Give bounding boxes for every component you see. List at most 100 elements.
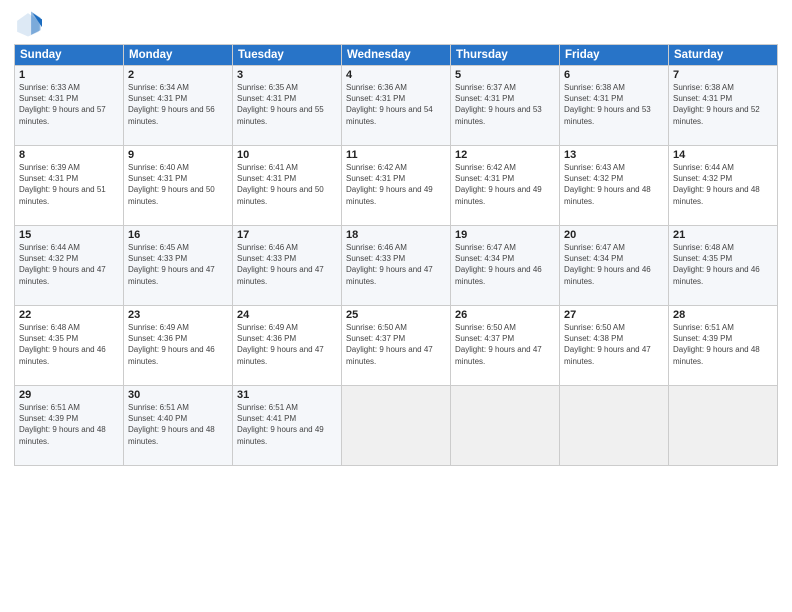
- calendar-table: SundayMondayTuesdayWednesdayThursdayFrid…: [14, 44, 778, 466]
- cell-details: Sunrise: 6:49 AMSunset: 4:36 PMDaylight:…: [237, 323, 324, 366]
- week-row-4: 22Sunrise: 6:48 AMSunset: 4:35 PMDayligh…: [15, 306, 778, 386]
- cell-details: Sunrise: 6:50 AMSunset: 4:37 PMDaylight:…: [346, 323, 433, 366]
- calendar-cell: 10Sunrise: 6:41 AMSunset: 4:31 PMDayligh…: [233, 146, 342, 226]
- day-number: 30: [128, 389, 228, 401]
- day-number: 3: [237, 69, 337, 81]
- week-row-1: 1 Sunrise: 6:33 AMSunset: 4:31 PMDaylight…: [15, 66, 778, 146]
- cell-details: Sunrise: 6:39 AMSunset: 4:31 PMDaylight:…: [19, 163, 106, 206]
- cell-details: Sunrise: 6:42 AMSunset: 4:31 PMDaylight:…: [346, 163, 433, 206]
- calendar-cell: [451, 386, 560, 466]
- cell-details: Sunrise: 6:51 AMSunset: 4:40 PMDaylight:…: [128, 403, 215, 446]
- calendar-cell: 26Sunrise: 6:50 AMSunset: 4:37 PMDayligh…: [451, 306, 560, 386]
- day-number: 23: [128, 309, 228, 321]
- cell-details: Sunrise: 6:42 AMSunset: 4:31 PMDaylight:…: [455, 163, 542, 206]
- calendar-cell: 31Sunrise: 6:51 AMSunset: 4:41 PMDayligh…: [233, 386, 342, 466]
- cell-details: Sunrise: 6:51 AMSunset: 4:39 PMDaylight:…: [673, 323, 760, 366]
- cell-details: Sunrise: 6:37 AMSunset: 4:31 PMDaylight:…: [455, 83, 542, 126]
- calendar-cell: 8 Sunrise: 6:39 AMSunset: 4:31 PMDaylight…: [15, 146, 124, 226]
- day-number: 17: [237, 229, 337, 241]
- calendar-cell: 27 Sunrise: 6:50 AMSunset: 4:38 PMDayligh…: [560, 306, 669, 386]
- calendar-cell: 13 Sunrise: 6:43 AMSunset: 4:32 PMDayligh…: [560, 146, 669, 226]
- calendar-cell: 20 Sunrise: 6:47 AMSunset: 4:34 PMDayligh…: [560, 226, 669, 306]
- cell-details: Sunrise: 6:50 AMSunset: 4:38 PMDaylight:…: [564, 323, 651, 366]
- day-number: 25: [346, 309, 446, 321]
- day-number: 1: [19, 69, 119, 81]
- day-number: 19: [455, 229, 555, 241]
- weekday-header-row: SundayMondayTuesdayWednesdayThursdayFrid…: [15, 45, 778, 66]
- calendar-cell: 1 Sunrise: 6:33 AMSunset: 4:31 PMDaylight…: [15, 66, 124, 146]
- page-header: [14, 10, 778, 38]
- day-number: 13: [564, 149, 664, 161]
- calendar-cell: 9 Sunrise: 6:40 AMSunset: 4:31 PMDaylight…: [124, 146, 233, 226]
- calendar-cell: 23 Sunrise: 6:49 AMSunset: 4:36 PMDayligh…: [124, 306, 233, 386]
- day-number: 26: [455, 309, 555, 321]
- day-number: 31: [237, 389, 337, 401]
- calendar-cell: [342, 386, 451, 466]
- weekday-header-tuesday: Tuesday: [233, 45, 342, 66]
- day-number: 12: [455, 149, 555, 161]
- day-number: 27: [564, 309, 664, 321]
- day-number: 5: [455, 69, 555, 81]
- calendar-cell: 30 Sunrise: 6:51 AMSunset: 4:40 PMDayligh…: [124, 386, 233, 466]
- week-row-5: 29Sunrise: 6:51 AMSunset: 4:39 PMDayligh…: [15, 386, 778, 466]
- cell-details: Sunrise: 6:35 AMSunset: 4:31 PMDaylight:…: [237, 83, 324, 126]
- cell-details: Sunrise: 6:34 AMSunset: 4:31 PMDaylight:…: [128, 83, 215, 126]
- calendar-cell: 29Sunrise: 6:51 AMSunset: 4:39 PMDayligh…: [15, 386, 124, 466]
- calendar-cell: 15 Sunrise: 6:44 AMSunset: 4:32 PMDayligh…: [15, 226, 124, 306]
- calendar-cell: 3 Sunrise: 6:35 AMSunset: 4:31 PMDaylight…: [233, 66, 342, 146]
- calendar-cell: 14Sunrise: 6:44 AMSunset: 4:32 PMDayligh…: [669, 146, 778, 226]
- day-number: 4: [346, 69, 446, 81]
- calendar-cell: 6Sunrise: 6:38 AMSunset: 4:31 PMDaylight…: [560, 66, 669, 146]
- calendar-cell: 16 Sunrise: 6:45 AMSunset: 4:33 PMDayligh…: [124, 226, 233, 306]
- cell-details: Sunrise: 6:46 AMSunset: 4:33 PMDaylight:…: [237, 243, 324, 286]
- day-number: 7: [673, 69, 773, 81]
- day-number: 9: [128, 149, 228, 161]
- weekday-header-wednesday: Wednesday: [342, 45, 451, 66]
- day-number: 28: [673, 309, 773, 321]
- calendar-cell: 19 Sunrise: 6:47 AMSunset: 4:34 PMDayligh…: [451, 226, 560, 306]
- day-number: 24: [237, 309, 337, 321]
- calendar-cell: 12 Sunrise: 6:42 AMSunset: 4:31 PMDayligh…: [451, 146, 560, 226]
- day-number: 11: [346, 149, 446, 161]
- cell-details: Sunrise: 6:38 AMSunset: 4:31 PMDaylight:…: [564, 83, 651, 126]
- calendar-cell: 28 Sunrise: 6:51 AMSunset: 4:39 PMDayligh…: [669, 306, 778, 386]
- cell-details: Sunrise: 6:45 AMSunset: 4:33 PMDaylight:…: [128, 243, 215, 286]
- cell-details: Sunrise: 6:36 AMSunset: 4:31 PMDaylight:…: [346, 83, 433, 126]
- calendar-cell: 24 Sunrise: 6:49 AMSunset: 4:36 PMDayligh…: [233, 306, 342, 386]
- day-number: 16: [128, 229, 228, 241]
- weekday-header-saturday: Saturday: [669, 45, 778, 66]
- weekday-header-sunday: Sunday: [15, 45, 124, 66]
- day-number: 2: [128, 69, 228, 81]
- logo-icon: [14, 10, 42, 38]
- cell-details: Sunrise: 6:33 AMSunset: 4:31 PMDaylight:…: [19, 83, 106, 126]
- cell-details: Sunrise: 6:44 AMSunset: 4:32 PMDaylight:…: [19, 243, 106, 286]
- calendar-cell: [669, 386, 778, 466]
- calendar-cell: [560, 386, 669, 466]
- week-row-3: 15 Sunrise: 6:44 AMSunset: 4:32 PMDayligh…: [15, 226, 778, 306]
- cell-details: Sunrise: 6:47 AMSunset: 4:34 PMDaylight:…: [564, 243, 651, 286]
- week-row-2: 8 Sunrise: 6:39 AMSunset: 4:31 PMDaylight…: [15, 146, 778, 226]
- weekday-header-thursday: Thursday: [451, 45, 560, 66]
- cell-details: Sunrise: 6:43 AMSunset: 4:32 PMDaylight:…: [564, 163, 651, 206]
- day-number: 15: [19, 229, 119, 241]
- calendar-cell: 25 Sunrise: 6:50 AMSunset: 4:37 PMDayligh…: [342, 306, 451, 386]
- cell-details: Sunrise: 6:40 AMSunset: 4:31 PMDaylight:…: [128, 163, 215, 206]
- weekday-header-friday: Friday: [560, 45, 669, 66]
- day-number: 8: [19, 149, 119, 161]
- cell-details: Sunrise: 6:38 AMSunset: 4:31 PMDaylight:…: [673, 83, 760, 126]
- cell-details: Sunrise: 6:48 AMSunset: 4:35 PMDaylight:…: [673, 243, 760, 286]
- calendar-cell: 17 Sunrise: 6:46 AMSunset: 4:33 PMDayligh…: [233, 226, 342, 306]
- cell-details: Sunrise: 6:49 AMSunset: 4:36 PMDaylight:…: [128, 323, 215, 366]
- cell-details: Sunrise: 6:51 AMSunset: 4:39 PMDaylight:…: [19, 403, 106, 446]
- cell-details: Sunrise: 6:46 AMSunset: 4:33 PMDaylight:…: [346, 243, 433, 286]
- calendar-cell: 22Sunrise: 6:48 AMSunset: 4:35 PMDayligh…: [15, 306, 124, 386]
- day-number: 18: [346, 229, 446, 241]
- calendar-cell: 7 Sunrise: 6:38 AMSunset: 4:31 PMDaylight…: [669, 66, 778, 146]
- cell-details: Sunrise: 6:47 AMSunset: 4:34 PMDaylight:…: [455, 243, 542, 286]
- calendar-cell: 18 Sunrise: 6:46 AMSunset: 4:33 PMDayligh…: [342, 226, 451, 306]
- day-number: 14: [673, 149, 773, 161]
- day-number: 20: [564, 229, 664, 241]
- calendar-cell: 21Sunrise: 6:48 AMSunset: 4:35 PMDayligh…: [669, 226, 778, 306]
- calendar-cell: 11 Sunrise: 6:42 AMSunset: 4:31 PMDayligh…: [342, 146, 451, 226]
- weekday-header-monday: Monday: [124, 45, 233, 66]
